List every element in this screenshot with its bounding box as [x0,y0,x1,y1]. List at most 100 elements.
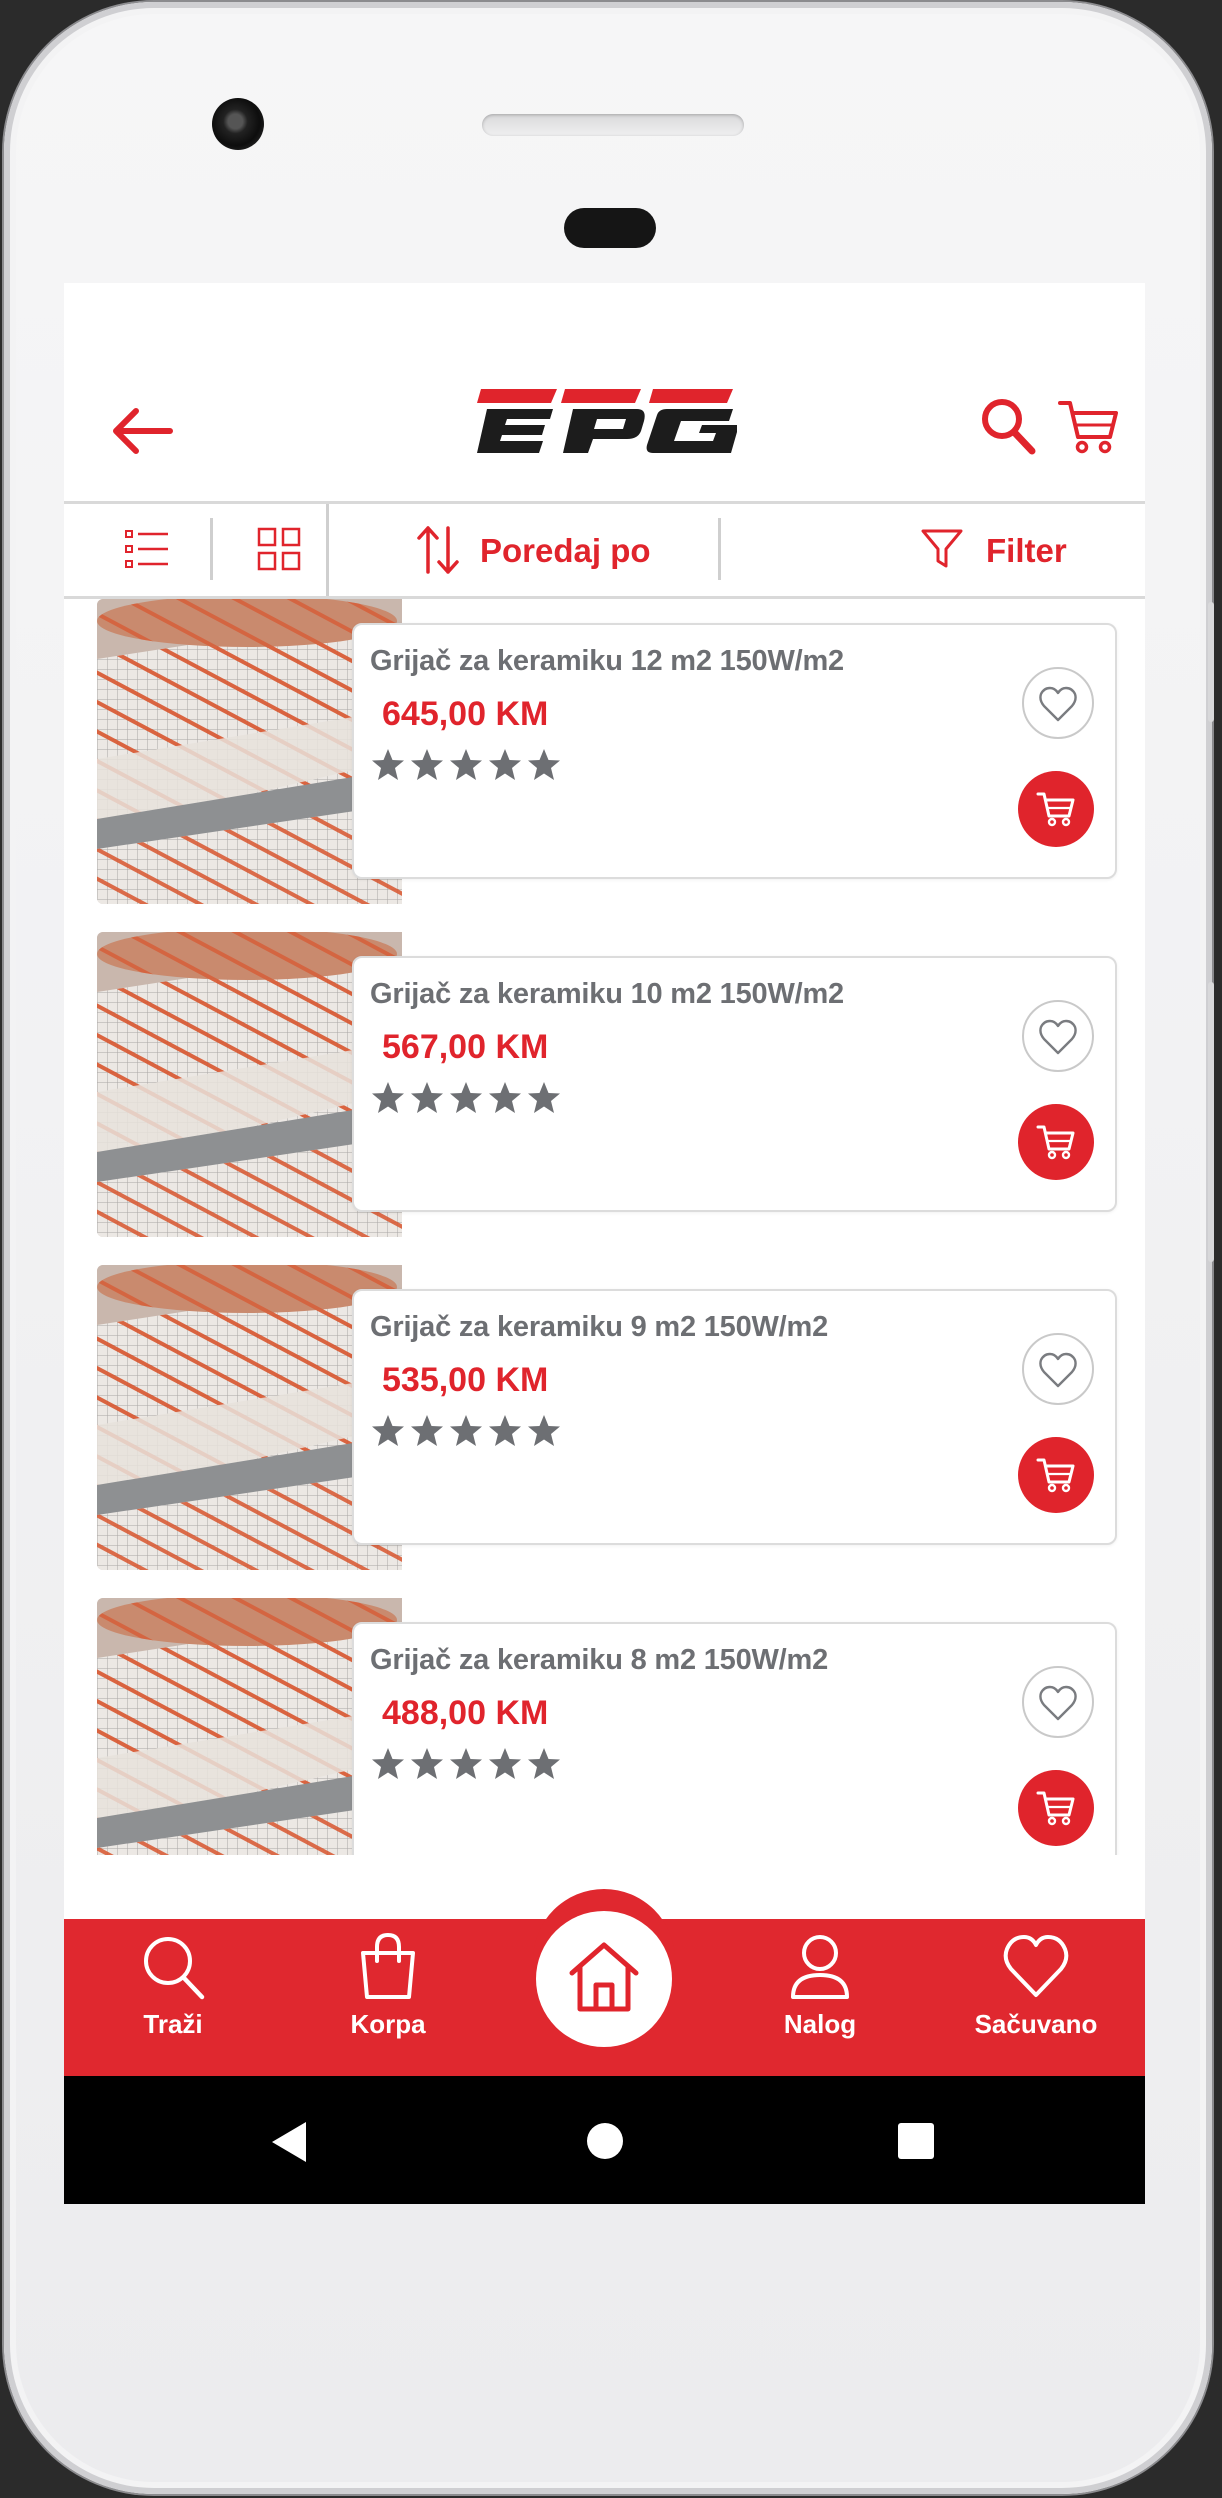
volume-button [1208,602,1214,722]
product-list[interactable]: Grijač za keramiku 12 m2 150W/m2 645,00 K… [64,599,1145,1855]
product-card[interactable]: Grijač za keramiku 10 m2 150W/m2 567,00 K… [352,956,1117,1212]
cart-icon [1036,792,1075,827]
arrow-left-icon [113,408,173,454]
funnel-icon [920,528,970,578]
star-icon [487,1746,523,1782]
star-icon [409,1080,445,1116]
toolbar-divider [326,504,329,596]
product-title[interactable]: Grijač za keramiku 9 m2 150W/m2 [370,1311,828,1344]
add-to-cart-button[interactable] [1018,1770,1094,1846]
star-icon [448,747,484,783]
star-icon [409,1746,445,1782]
star-icon [448,1080,484,1116]
nav-item-korpa[interactable]: Korpa [318,1931,458,2061]
header-cart-button[interactable] [1058,397,1120,457]
product-list-item[interactable]: Grijač za keramiku 10 m2 150W/m2 567,00 K… [64,932,1145,1237]
product-list-item[interactable]: Grijač za keramiku 12 m2 150W/m2 645,00 K… [64,599,1145,904]
header-search-button[interactable] [980,397,1038,457]
favorite-button[interactable] [1022,1333,1094,1405]
grid-view-icon [257,527,301,571]
add-to-cart-button[interactable] [1018,1437,1094,1513]
circle-home-icon [587,2123,623,2159]
android-navigation-bar [64,2076,1145,2204]
sort-label: Poredaj po [480,532,651,569]
search-icon [144,1937,205,2000]
power-button [1208,982,1214,1262]
product-title[interactable]: Grijač za keramiku 12 m2 150W/m2 [370,645,844,678]
proximity-sensor [564,208,656,248]
product-list-item[interactable]: Grijač za keramiku 9 m2 150W/m2 535,00 KM [64,1265,1145,1570]
product-card[interactable]: Grijač za keramiku 8 m2 150W/m2 488,00 KM [352,1622,1117,1855]
back-button[interactable] [110,403,174,459]
product-title[interactable]: Grijač za keramiku 8 m2 150W/m2 [370,1644,828,1677]
product-price: 535,00 KM [382,1361,549,1399]
shopping-bag-icon [361,1932,415,1999]
toolbar-divider [210,518,213,580]
star-icon [370,747,406,783]
nav-item-trazi[interactable]: Traži [103,1931,243,2061]
user-icon [791,1935,849,1999]
add-to-cart-button[interactable] [1018,1104,1094,1180]
star-icon [487,1080,523,1116]
sort-button[interactable]: Poredaj po [330,504,780,596]
square-recents-icon [898,2123,934,2159]
favorite-button[interactable] [1022,1666,1094,1738]
list-view-icon [125,530,168,568]
cart-icon [1036,1791,1075,1826]
search-icon [982,399,1036,455]
star-icon [448,1413,484,1449]
heart-icon [1039,1352,1077,1388]
product-price: 488,00 KM [382,1694,549,1732]
app-screen: Poredaj po Filter Grijač za keramiku 12 … [64,283,1145,2204]
product-title[interactable]: Grijač za keramiku 10 m2 150W/m2 [370,978,844,1011]
android-back-button[interactable] [270,2120,310,2169]
triangle-back-icon [272,2122,306,2162]
favorite-button[interactable] [1022,1000,1094,1072]
list-toolbar: Poredaj po Filter [64,501,1145,599]
list-view-button[interactable] [124,526,174,576]
sort-arrows-icon [416,524,466,574]
filter-button[interactable]: Filter [724,504,1145,596]
star-icon [409,747,445,783]
cart-icon [1036,1125,1075,1160]
nav-label: Sačuvano [974,2009,1098,2039]
star-icon [370,1080,406,1116]
heart-icon [1039,1019,1077,1055]
star-icon [526,1746,562,1782]
star-icon [370,1413,406,1449]
nav-label: Traži [143,2009,203,2039]
star-icon [526,747,562,783]
front-camera [212,98,264,150]
product-rating [370,747,562,785]
app-header [64,363,1145,501]
cart-icon [1058,401,1118,454]
product-price: 645,00 KM [382,695,549,733]
nav-item-sacuvano[interactable]: Sačuvano [966,1931,1106,2061]
product-price: 567,00 KM [382,1028,549,1066]
nav-item-home[interactable] [536,1911,672,2047]
heart-icon [1039,686,1077,722]
star-icon [487,1413,523,1449]
nav-label: Nalog [783,2009,857,2039]
star-icon [370,1746,406,1782]
earpiece-speaker [482,114,744,136]
toolbar-divider [718,518,721,580]
heart-icon [1003,1935,1069,1997]
product-card[interactable]: Grijač za keramiku 12 m2 150W/m2 645,00 K… [352,623,1117,879]
star-icon [448,1746,484,1782]
epg-logo [477,389,739,461]
grid-view-button[interactable] [256,526,306,576]
favorite-button[interactable] [1022,667,1094,739]
status-bar [64,283,1145,363]
android-home-button[interactable] [585,2121,625,2166]
add-to-cart-button[interactable] [1018,771,1094,847]
nav-label: Korpa [350,2009,426,2039]
android-recents-button[interactable] [897,2122,935,2165]
product-rating [370,1746,562,1784]
product-rating [370,1080,562,1118]
star-icon [409,1413,445,1449]
product-list-item[interactable]: Grijač za keramiku 8 m2 150W/m2 488,00 KM [64,1598,1145,1855]
nav-item-nalog[interactable]: Nalog [750,1931,890,2061]
product-rating [370,1413,562,1451]
product-card[interactable]: Grijač za keramiku 9 m2 150W/m2 535,00 KM [352,1289,1117,1545]
